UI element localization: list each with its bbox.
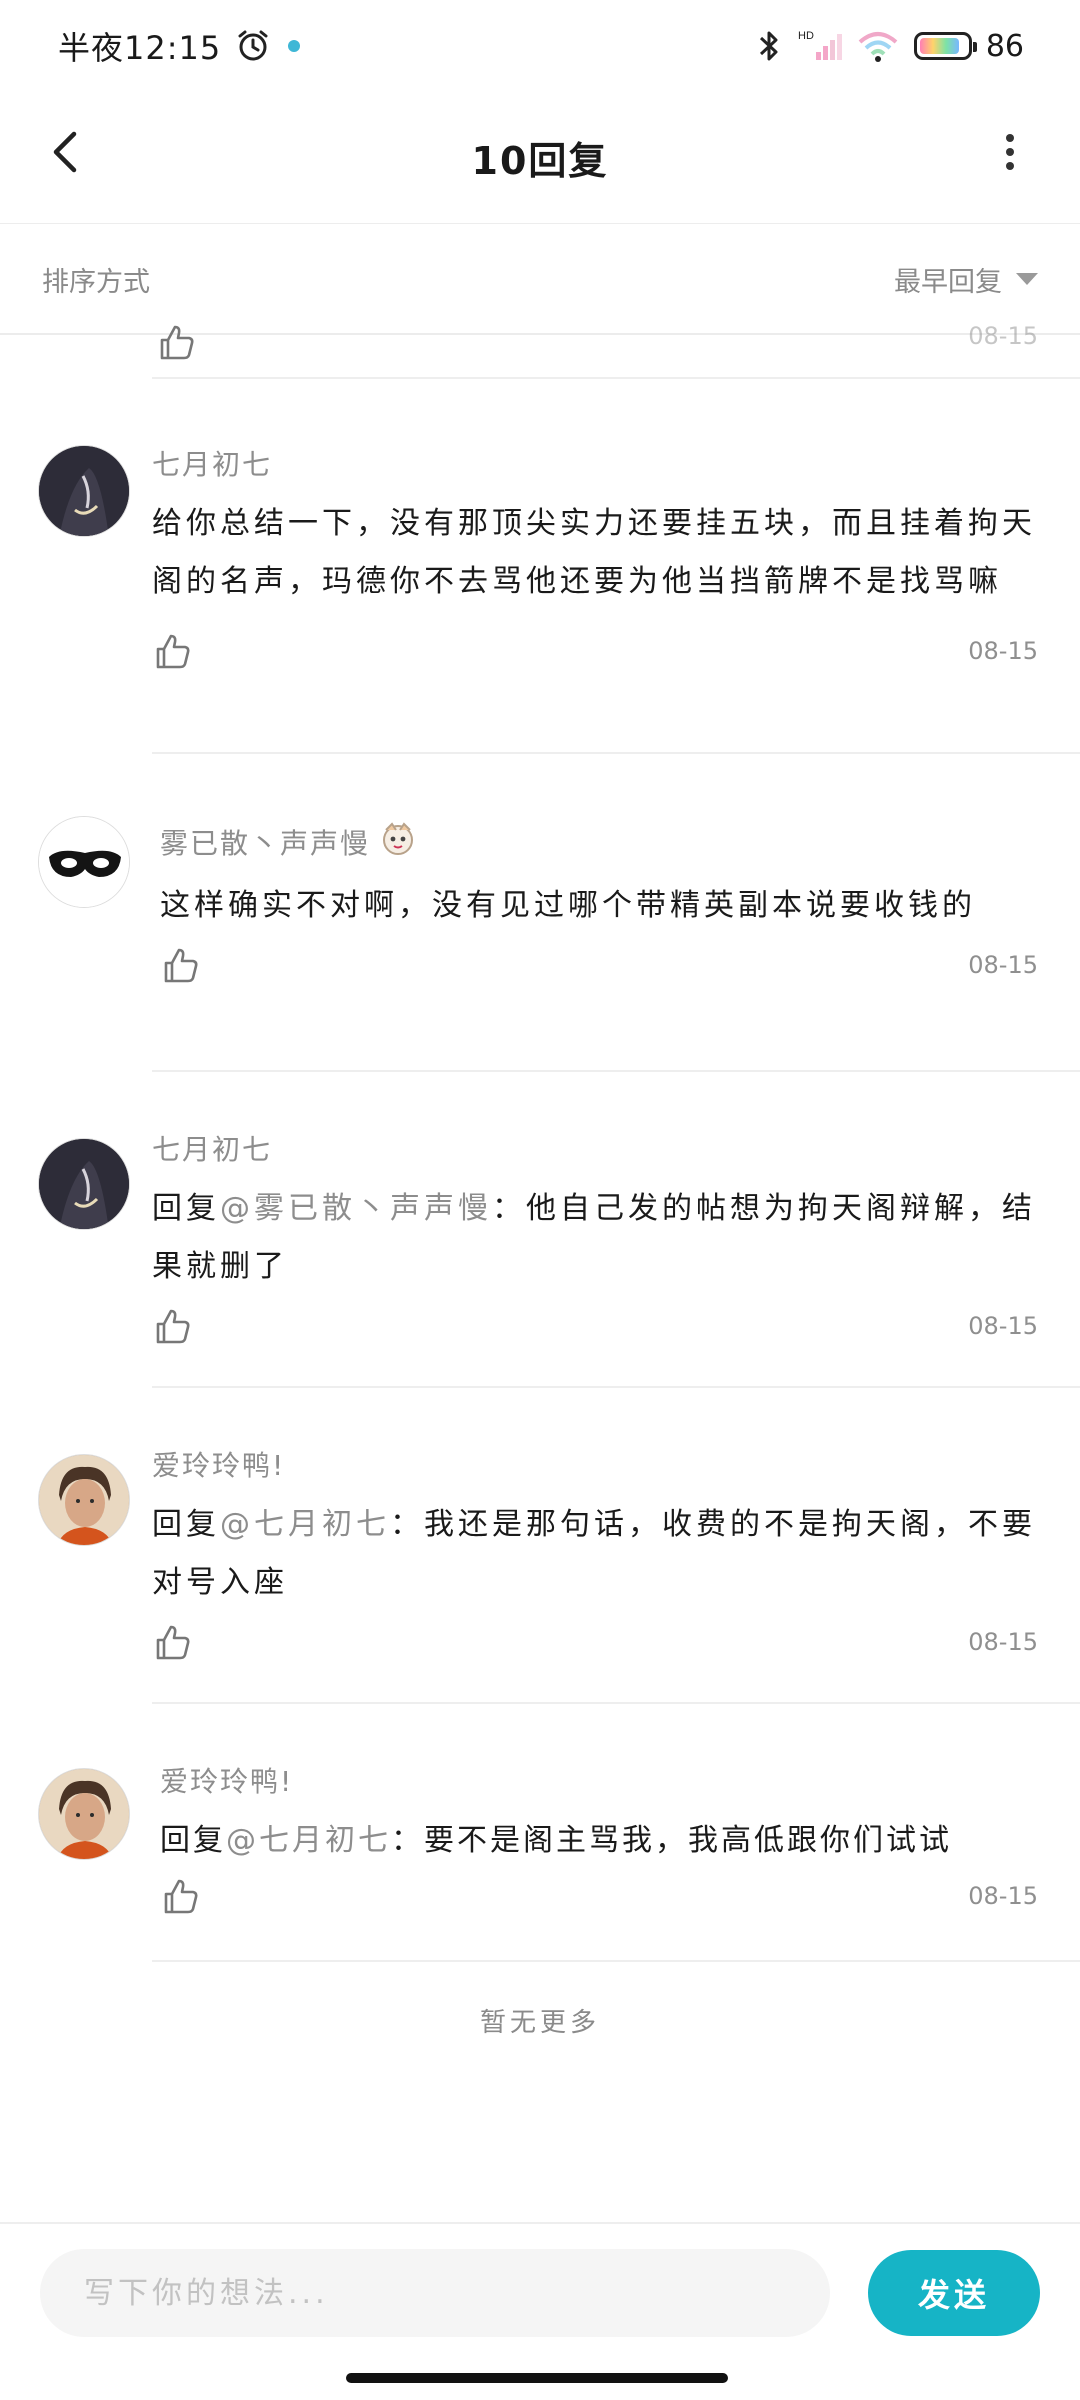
comment-text: 这样确实不对啊，没有见过哪个带精英副本说要收钱的 <box>160 888 976 923</box>
comment-item: 爱玲玲鸭! 回复@七月初七：我还是那句话，收费的不是拘天阁，不要对号入座 08-… <box>38 1388 1080 1704</box>
comment-username[interactable]: 雾已散丶声声慢 <box>160 822 370 862</box>
avatar[interactable] <box>38 1454 130 1546</box>
mention-link[interactable]: @七月初七 <box>226 1823 391 1858</box>
back-button[interactable] <box>36 122 96 182</box>
comment-item-partial: 08-15 <box>152 322 1080 379</box>
comment-username[interactable]: 七月初七 <box>152 1128 1080 1168</box>
avatar[interactable] <box>38 1138 130 1230</box>
comment-composer: 发送 <box>0 2222 1080 2362</box>
battery-level-fill <box>919 38 960 54</box>
reply-prefix: 回复 <box>160 1823 226 1858</box>
status-time: 半夜12:15 <box>58 29 222 67</box>
comment-text: 回复@七月初七：我还是那句话，收费的不是拘天阁，不要对号入座 <box>152 1496 1080 1612</box>
comment-text: 回复@雾已散丶声声慢：他自己发的帖想为拘天阁辩解，结果就删了 <box>152 1180 1080 1296</box>
comment-item: 七月初七 给你总结一下，没有那顶尖实力还要挂五块，而且挂着拘天阁的名声，玛德你不… <box>38 379 1080 754</box>
comment-username[interactable]: 爱玲玲鸭! <box>152 1760 1080 1800</box>
comment-username[interactable]: 爱玲玲鸭! <box>152 1444 1080 1484</box>
sort-dropdown[interactable]: 最早回复 <box>894 260 1038 299</box>
thumbs-up-icon[interactable] <box>160 945 200 985</box>
bluetooth-icon <box>754 28 784 64</box>
thumbs-up-icon[interactable] <box>160 1876 200 1916</box>
comment-date: 08-15 <box>968 1882 1038 1910</box>
sort-label: 排序方式 <box>42 266 150 298</box>
comment-list: 08-15 七月初七 给你总结一下，没有那顶尖实力还要挂五块，而且挂着拘天阁的名… <box>0 322 1080 1962</box>
avatar[interactable] <box>38 445 130 537</box>
comment-item: 雾已散丶声声慢 这样确实不对啊，没有见过哪个带精英副本说要收钱的 08-15 <box>38 754 1080 1072</box>
more-vertical-icon <box>1006 134 1014 170</box>
comment-item: 七月初七 回复@雾已散丶声声慢：他自己发的帖想为拘天阁辩解，结果就删了 08-1… <box>38 1072 1080 1388</box>
comment-text: 给你总结一下，没有那顶尖实力还要挂五块，而且挂着拘天阁的名声，玛德你不去骂他还要… <box>152 506 1036 599</box>
comment-date: 08-15 <box>968 637 1038 665</box>
comment-username[interactable]: 七月初七 <box>152 443 1080 483</box>
user-badge-icon <box>378 818 418 865</box>
comment-date: 08-15 <box>968 322 1038 350</box>
battery-level: 86 <box>985 28 1024 64</box>
wifi-icon <box>856 28 900 64</box>
mention-link[interactable]: @七月初七 <box>220 1507 390 1542</box>
cellular-signal-icon: HD <box>798 28 842 64</box>
more-options-button[interactable] <box>980 122 1040 182</box>
sort-bar: 排序方式 最早回复 <box>0 225 1080 335</box>
sort-selected-value: 最早回复 <box>894 266 1002 298</box>
send-button[interactable]: 发送 <box>868 2250 1040 2336</box>
network-type-label: HD <box>798 30 814 42</box>
thumbs-up-icon[interactable] <box>152 631 192 671</box>
comment-input[interactable] <box>40 2249 830 2337</box>
comment-date: 08-15 <box>968 951 1038 979</box>
page-title: 10回复 <box>471 139 609 183</box>
battery-icon <box>913 32 977 60</box>
home-indicator[interactable] <box>346 2373 728 2383</box>
mention-link[interactable]: @雾已散丶声声慢 <box>220 1191 492 1226</box>
app-notification-icon <box>285 37 303 55</box>
avatar[interactable] <box>38 1768 130 1860</box>
comment-date: 08-15 <box>968 1312 1038 1340</box>
dropdown-arrow-icon <box>1016 273 1038 285</box>
thumbs-up-icon[interactable] <box>152 1306 192 1346</box>
alarm-icon <box>235 28 271 64</box>
comment-text: 回复@七月初七：要不是阁主骂我，我高低跟你们试试 <box>152 1812 1080 1870</box>
comment-date: 08-15 <box>968 1628 1038 1656</box>
reply-body: ：要不是阁主骂我，我高低跟你们试试 <box>391 1823 952 1858</box>
header: 10回复 <box>0 92 1080 224</box>
thumbs-up-icon[interactable] <box>152 1622 192 1662</box>
reply-prefix: 回复 <box>152 1191 220 1226</box>
status-bar: 半夜12:15 HD 86 <box>0 0 1080 92</box>
reply-prefix: 回复 <box>152 1507 220 1542</box>
chevron-left-icon <box>53 131 77 173</box>
avatar[interactable] <box>38 816 130 908</box>
comment-item: 爱玲玲鸭! 回复@七月初七：要不是阁主骂我，我高低跟你们试试 08-15 <box>38 1704 1080 1962</box>
no-more-text: 暂无更多 <box>479 2008 600 2038</box>
thumbs-up-icon[interactable] <box>156 322 196 362</box>
